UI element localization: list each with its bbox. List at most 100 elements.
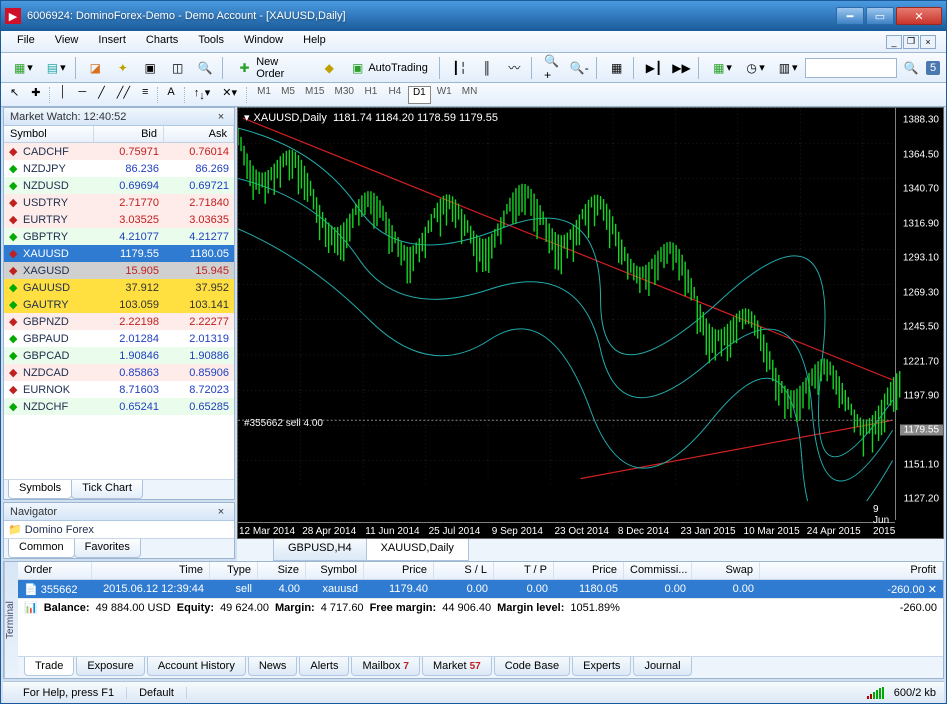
arrows-button[interactable]: ↑↓▾ xyxy=(191,86,214,104)
timeframe-m1[interactable]: M1 xyxy=(253,86,275,104)
mw-row-gbpcad[interactable]: ◆ GBPCAD 1.90846 1.90886 xyxy=(4,347,234,364)
zoom-out-button[interactable]: 🔍- xyxy=(567,57,592,79)
templates-button[interactable]: ▥▾ xyxy=(772,57,803,79)
text-button[interactable]: A xyxy=(164,86,177,104)
th-sl[interactable]: S / L xyxy=(434,562,494,579)
tab-symbols[interactable]: Symbols xyxy=(8,480,72,499)
mw-row-gbpaud[interactable]: ◆ GBPAUD 2.01284 2.01319 xyxy=(4,330,234,347)
tile-windows-button[interactable]: ▦ xyxy=(604,57,629,79)
th-tp[interactable]: T / P xyxy=(494,562,554,579)
bar-chart-button[interactable]: ┃╎ xyxy=(447,57,472,79)
menu-charts[interactable]: Charts xyxy=(136,31,188,52)
mdi-minimize-button[interactable]: _ xyxy=(886,35,902,49)
horizontal-line-button[interactable]: ─ xyxy=(75,86,89,104)
tab-experts[interactable]: Experts xyxy=(572,657,631,676)
terminal-button[interactable]: ▣ xyxy=(137,57,162,79)
th-symbol[interactable]: Symbol xyxy=(306,562,364,579)
timeframe-d1[interactable]: D1 xyxy=(408,86,431,104)
th-price1[interactable]: Price xyxy=(364,562,434,579)
tab-trade[interactable]: Trade xyxy=(24,657,74,676)
menu-help[interactable]: Help xyxy=(293,31,336,52)
navigator-tree[interactable]: 📁 Domino Forex xyxy=(4,521,234,538)
objects-button[interactable]: ✕▾ xyxy=(219,86,240,104)
mw-header-ask[interactable]: Ask xyxy=(164,126,234,142)
trendline-button[interactable]: ╱ xyxy=(95,86,108,104)
auto-scroll-button[interactable]: ▶▶ xyxy=(669,57,694,79)
mw-row-gbptry[interactable]: ◆ GBPTRY 4.21077 4.21277 xyxy=(4,228,234,245)
autotrading-button[interactable]: ▣AutoTrading xyxy=(344,57,435,79)
timeframe-m5[interactable]: M5 xyxy=(277,86,299,104)
channel-button[interactable]: ╱╱ xyxy=(114,86,133,104)
cursor-button[interactable]: ↖ xyxy=(7,86,22,104)
mw-row-nzdusd[interactable]: ◆ NZDUSD 0.69694 0.69721 xyxy=(4,177,234,194)
th-commission[interactable]: Commissi... xyxy=(624,562,692,579)
mw-row-gbpnzd[interactable]: ◆ GBPNZD 2.22198 2.22277 xyxy=(4,313,234,330)
tab-journal[interactable]: Journal xyxy=(633,657,691,676)
terminal-trade-row[interactable]: 📄 355662 2015.06.12 12:39:44 sell 4.00 x… xyxy=(18,580,943,598)
timeframe-m30[interactable]: M30 xyxy=(330,86,357,104)
new-order-button[interactable]: ✚New Order xyxy=(230,57,315,79)
mw-row-xagusd[interactable]: ◆ XAGUSD 15.905 15.945 xyxy=(4,262,234,279)
crosshair-button[interactable]: ✚ xyxy=(28,86,43,104)
maximize-button[interactable]: ▭ xyxy=(866,7,894,25)
th-swap[interactable]: Swap xyxy=(692,562,760,579)
menu-window[interactable]: Window xyxy=(234,31,293,52)
strategy-tester-button[interactable]: ◫ xyxy=(165,57,190,79)
mdi-close-button[interactable]: × xyxy=(920,35,936,49)
menu-file[interactable]: File xyxy=(7,31,45,52)
th-order[interactable]: Order xyxy=(18,562,92,579)
search-button[interactable]: 🔍 xyxy=(899,57,924,79)
shift-chart-button[interactable]: ▶┃ xyxy=(641,57,666,79)
chart-tab-xauusd-daily[interactable]: XAUUSD,Daily xyxy=(366,539,469,561)
mw-row-eurtry[interactable]: ◆ EURTRY 3.03525 3.03635 xyxy=(4,211,234,228)
tab-favorites[interactable]: Favorites xyxy=(74,539,141,558)
menu-view[interactable]: View xyxy=(45,31,89,52)
close-button[interactable]: ✕ xyxy=(896,7,942,25)
timeframe-h4[interactable]: H4 xyxy=(384,86,406,104)
tab-exposure[interactable]: Exposure xyxy=(76,657,144,676)
timeframe-m15[interactable]: M15 xyxy=(301,86,328,104)
fibo-button[interactable]: ≡ xyxy=(139,86,151,104)
line-chart-button[interactable]: 〰 xyxy=(502,57,527,79)
chart-tab-gbpusd-h4[interactable]: GBPUSD,H4 xyxy=(273,539,367,561)
th-profit[interactable]: Profit xyxy=(760,562,943,579)
candle-button[interactable]: ║ xyxy=(474,57,499,79)
navigator-button[interactable]: ✦ xyxy=(110,57,135,79)
tab-mailbox[interactable]: Mailbox7 xyxy=(351,657,419,676)
minimize-button[interactable]: ━ xyxy=(836,7,864,25)
periodicity-button[interactable]: ◷▾ xyxy=(739,57,770,79)
menu-tools[interactable]: Tools xyxy=(188,31,234,52)
market-watch-button[interactable]: ◪ xyxy=(83,57,108,79)
zoom-in-button[interactable]: 🔍+ xyxy=(539,57,564,79)
mw-row-gautry[interactable]: ◆ GAUTRY 103.059 103.141 xyxy=(4,296,234,313)
chart-expand-icon[interactable]: ▾ xyxy=(244,111,250,124)
timeframe-mn[interactable]: MN xyxy=(458,86,482,104)
profiles-button[interactable]: ▤▾ xyxy=(40,57,71,79)
metaeditor-button[interactable]: ◆ xyxy=(317,57,342,79)
tab-market[interactable]: Market57 xyxy=(422,657,492,676)
mw-header-bid[interactable]: Bid xyxy=(94,126,164,142)
tab-tick-chart[interactable]: Tick Chart xyxy=(71,480,143,499)
timeframe-h1[interactable]: H1 xyxy=(360,86,382,104)
mw-row-gauusd[interactable]: ◆ GAUUSD 37.912 37.952 xyxy=(4,279,234,296)
price-chart[interactable]: ▾ XAUUSD,Daily 1181.74 1184.20 1178.59 1… xyxy=(237,107,944,539)
new-chart-button[interactable]: ▦▾ xyxy=(7,57,38,79)
th-size[interactable]: Size xyxy=(258,562,306,579)
mw-row-xauusd[interactable]: ◆ XAUUSD 1179.55 1180.05 xyxy=(4,245,234,262)
mdi-restore-button[interactable]: ❐ xyxy=(903,35,919,49)
market-watch-close-icon[interactable]: × xyxy=(214,111,228,123)
mw-row-nzdcad[interactable]: ◆ NZDCAD 0.85863 0.85906 xyxy=(4,364,234,381)
th-price2[interactable]: Price xyxy=(554,562,624,579)
tab-code-base[interactable]: Code Base xyxy=(494,657,570,676)
th-type[interactable]: Type xyxy=(210,562,258,579)
th-time[interactable]: Time xyxy=(92,562,210,579)
indicators-button[interactable]: ▦▾ xyxy=(706,57,737,79)
mw-header-symbol[interactable]: Symbol xyxy=(4,126,94,142)
mw-row-nzdchf[interactable]: ◆ NZDCHF 0.65241 0.65285 xyxy=(4,398,234,415)
search-input[interactable] xyxy=(805,58,897,78)
mw-row-usdtry[interactable]: ◆ USDTRY 2.71770 2.71840 xyxy=(4,194,234,211)
navigator-close-icon[interactable]: × xyxy=(214,506,228,518)
tab-common[interactable]: Common xyxy=(8,539,75,558)
data-window-button[interactable]: 🔍 xyxy=(192,57,217,79)
tab-account-history[interactable]: Account History xyxy=(147,657,246,676)
